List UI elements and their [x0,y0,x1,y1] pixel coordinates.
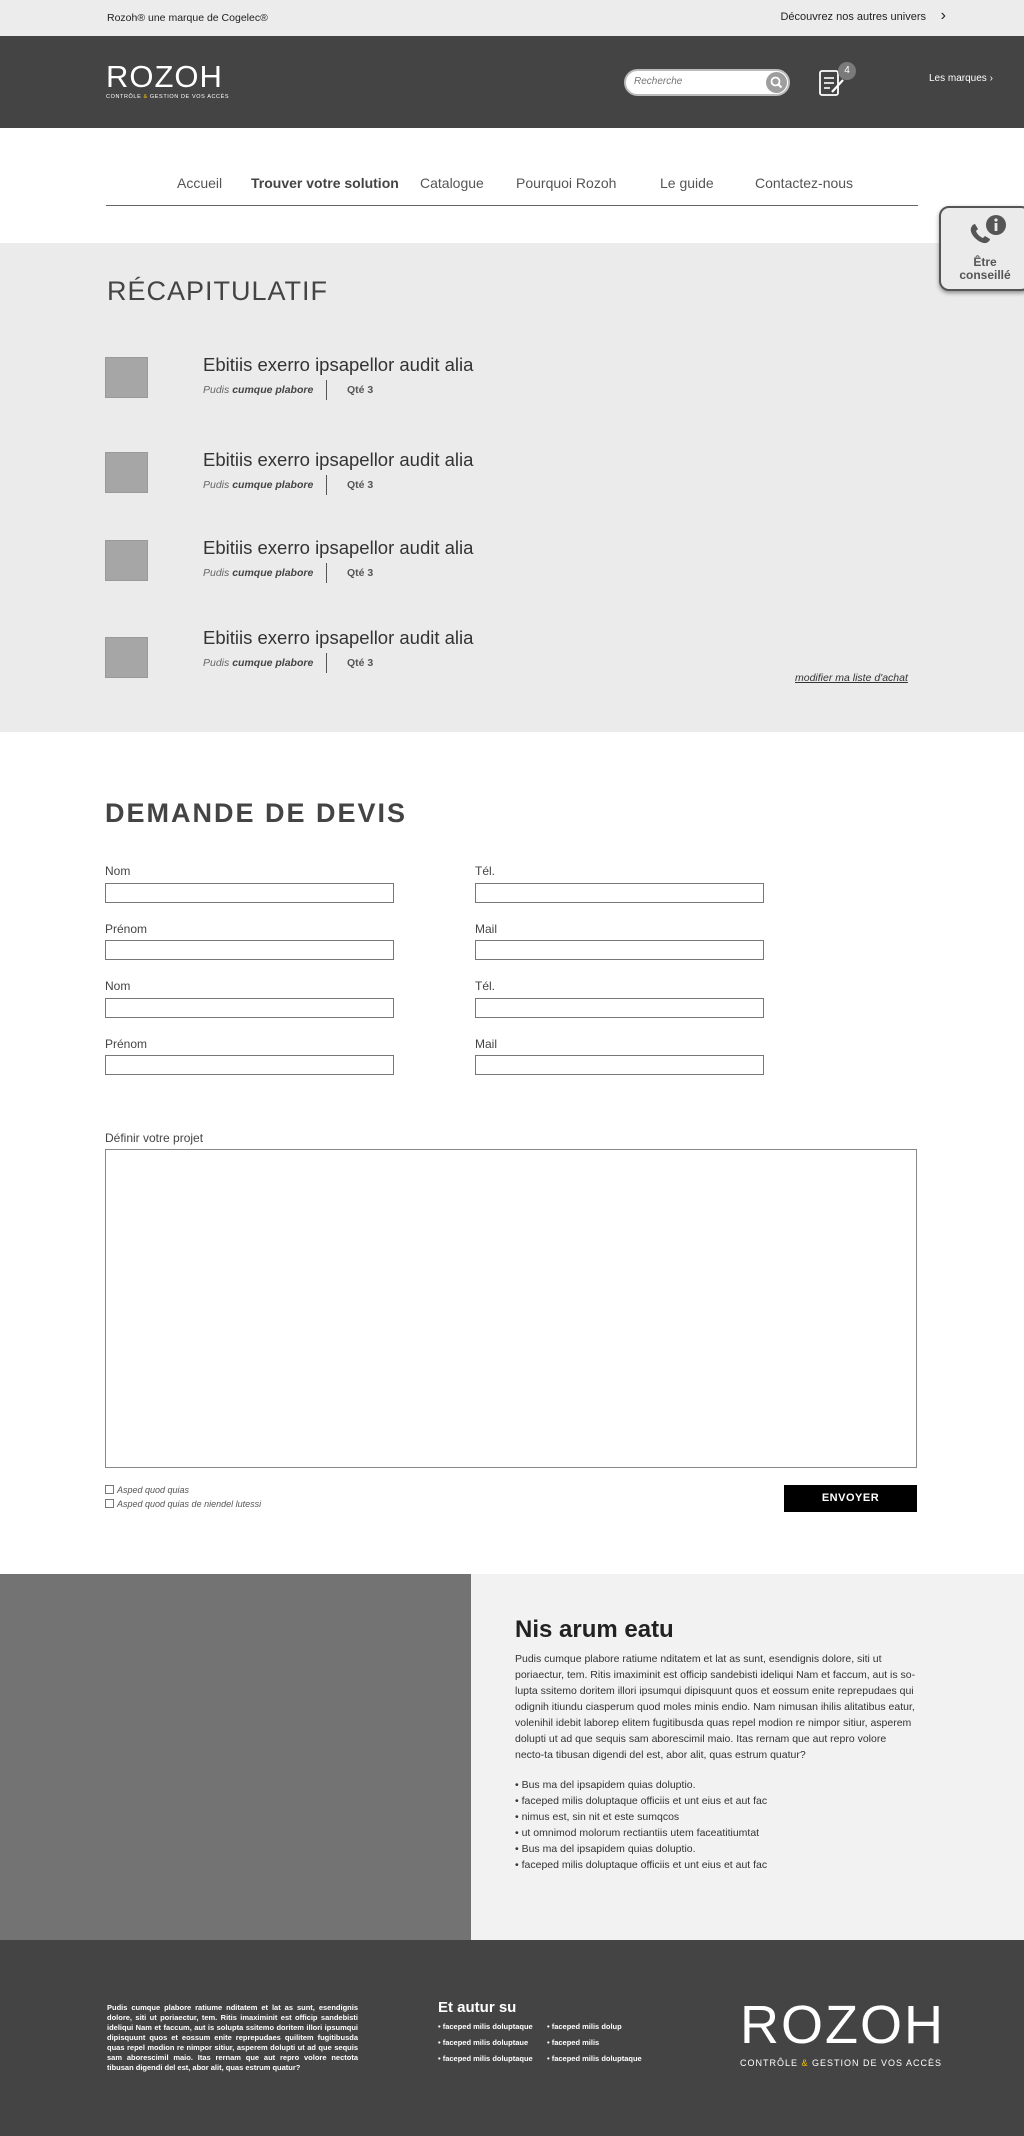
recap-item: Ebitiis exerro ipsapellor audit alia Pud… [105,449,905,512]
other-universes-link[interactable]: Découvrez nos autres univers [780,11,926,23]
product-name: Ebitiis exerro ipsapellor audit alia [203,627,474,648]
nav-item-pourquoi-rozoh[interactable]: Pourquoi Rozoh [516,175,616,191]
field-label-mail: Mail [475,1037,498,1051]
nav-item-le-guide[interactable]: Le guide [660,175,714,191]
product-name: Ebitiis exerro ipsapellor audit alia [203,537,474,558]
footer-logo-tagline: CONTRÔLE & GESTION DE VOS ACCÈS [740,2058,943,2068]
project-textarea[interactable] [105,1149,917,1468]
tel-field[interactable] [475,883,764,903]
field-label-prenom: Prénom [105,922,148,936]
divider [326,380,327,400]
field-label-tel: Tél. [475,864,496,878]
phone-info-icon [963,214,1009,254]
product-thumbnail [105,637,148,678]
recap-item: Ebitiis exerro ipsapellor audit alia Pud… [105,354,905,417]
list-item: • Bus ma del ipsapidem quias doluptio. [515,1843,696,1855]
product-meta: Pudis cumque plabore [203,384,314,396]
product-meta: Pudis cumque plabore [203,567,314,579]
footer-logo: ROZOH CONTRÔLE & GESTION DE VOS ACCÈS [740,1998,945,2068]
advice-label: Être conseillé [959,255,1011,282]
info-image [0,1574,471,1940]
recap-section: RÉCAPITULATIF Ebitiis exerro ipsapellor … [0,243,1024,732]
chevron-right-icon[interactable]: › [941,8,946,24]
info-text: Pudis cumque plabore ratiume nditatem et… [515,1653,916,1761]
product-meta: Pudis cumque plabore [203,657,314,669]
product-quantity: Qté 3 [347,657,374,669]
nav-item-accueil[interactable]: Accueil [177,175,222,191]
advice-button[interactable]: Être conseillé [939,206,1024,291]
field-label-prenom: Prénom [105,1037,148,1051]
recap-title: RÉCAPITULATIF [107,276,329,306]
footer-link[interactable]: • faceped milis [547,2038,599,2047]
quote-form-title: DEMANDE DE DEVIS [105,798,408,828]
field-label-mail: Mail [475,922,498,936]
logo-tagline: CONTRÔLE & GESTION DE VOS ACCÈS [106,94,230,100]
field-label-tel: Tél. [475,979,496,993]
checkbox[interactable] [105,1499,114,1508]
product-thumbnail [105,452,148,493]
product-thumbnail [105,540,148,581]
search-box [624,69,790,96]
nom-field[interactable] [105,883,394,903]
logo-word: ROZOH [106,59,223,94]
nav-item-catalogue[interactable]: Catalogue [420,175,484,191]
product-name: Ebitiis exerro ipsapellor audit alia [203,449,474,470]
divider [326,563,327,583]
recap-item: Ebitiis exerro ipsapellor audit alia Pud… [105,537,905,600]
search-icon[interactable] [766,72,787,93]
field-label-nom: Nom [105,979,131,993]
footer-link[interactable]: • faceped milis doluptaque [547,2054,642,2063]
list-item: • nimus est, sin nit et este sumqcos [515,1811,680,1823]
prenom-field[interactable] [105,940,394,960]
quote-count-badge: 4 [838,62,856,80]
checkbox[interactable] [105,1485,114,1494]
logo[interactable]: ROZOH CONTRÔLE & GESTION DE VOS ACCÈS [106,61,229,100]
mail-field[interactable] [475,940,764,960]
checkbox-option[interactable]: Asped quod quias [105,1485,189,1495]
nav-item-trouver-solution[interactable]: Trouver votre solution [251,175,399,191]
tel-field[interactable] [475,998,764,1018]
footer-link[interactable]: • faceped milis doluptaque [438,2054,533,2063]
product-quantity: Qté 3 [347,479,374,491]
list-item: • faceped milis doluptaque officiis et u… [515,1859,768,1871]
top-bar: Rozoh® une marque de Cogelec® Découvrez … [0,0,1024,36]
footer-heading: Et autur su [438,1999,517,2016]
product-quantity: Qté 3 [347,384,374,396]
footer-link[interactable]: • faceped milis doluptaque [438,2022,533,2031]
info-list: • Bus ma del ipsapidem quias doluptio. •… [515,1777,917,1873]
nom-field[interactable] [105,998,394,1018]
product-name: Ebitiis exerro ipsapellor audit alia [203,354,474,375]
list-item: • faceped milis doluptaque officiis et u… [515,1795,768,1807]
footer-link[interactable]: • faceped milis dolup [547,2022,622,2031]
brand-note: Rozoh® une marque de Cogelec® [107,12,268,24]
recap-item: Ebitiis exerro ipsapellor audit alia Pud… [105,627,905,697]
brands-link[interactable]: Les marques › [929,73,993,84]
checkbox-label: Asped quod quias [117,1485,190,1495]
checkbox-label: Asped quod quias de niendel lutessi [117,1499,262,1509]
nav-item-contact[interactable]: Contactez-nous [755,175,853,191]
field-label-nom: Nom [105,864,131,878]
divider [326,653,327,673]
checkbox-option[interactable]: Asped quod quias de niendel lutessi [105,1499,261,1509]
footer-link[interactable]: • faceped milis doluptaue [438,2038,528,2047]
mail-field[interactable] [475,1055,764,1075]
search-input[interactable] [634,76,754,87]
divider [326,475,327,495]
list-item: • ut omnimod molorum rectiantiis utem fa… [515,1827,760,1839]
send-button[interactable]: ENVOYER [784,1485,917,1512]
footer-logo-word: ROZOH [740,1995,945,2055]
product-thumbnail [105,357,148,398]
prenom-field[interactable] [105,1055,394,1075]
project-label: Définir votre projet [105,1131,204,1145]
main-nav: Accueil Trouver votre solution Catalogue… [106,172,918,206]
list-item: • Bus ma del ipsapidem quias doluptio. [515,1779,696,1791]
product-quantity: Qté 3 [347,567,374,579]
info-title: Nis arum eatu [515,1616,674,1643]
product-meta: Pudis cumque plabore [203,479,314,491]
footer-text: Pudis cumque plabore ratiume nditatem et… [107,2003,358,2072]
modify-list-link[interactable]: modifier ma liste d'achat [795,672,908,684]
